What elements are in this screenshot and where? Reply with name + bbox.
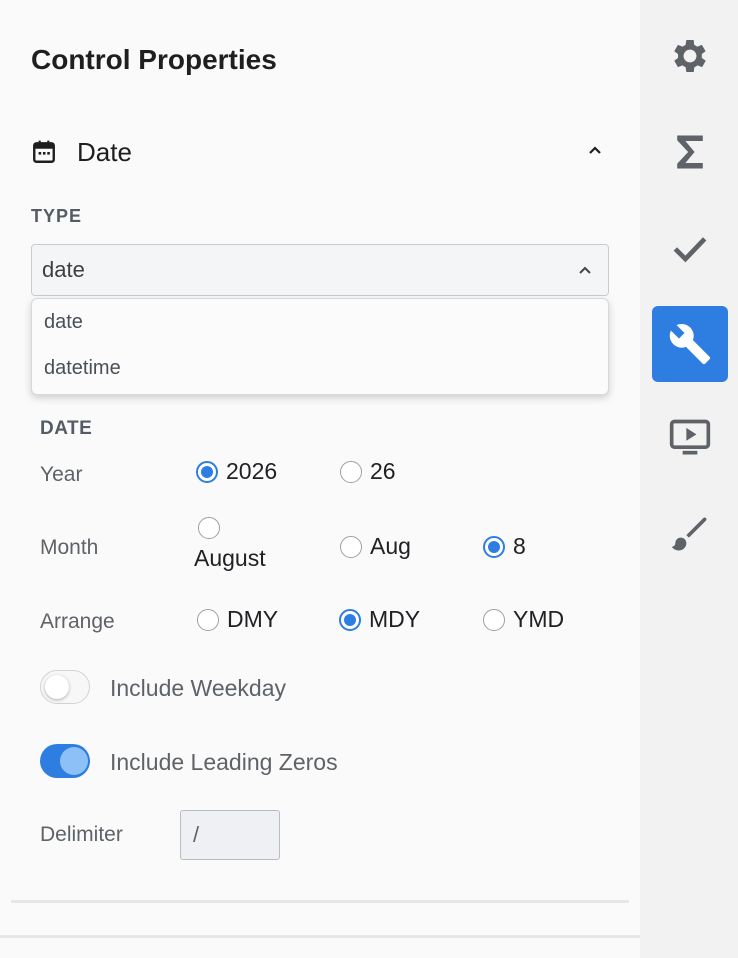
arrange-option-dmy[interactable]: DMY: [197, 606, 278, 633]
arrange-option-mdy[interactable]: MDY: [339, 606, 420, 633]
panel-title: Control Properties: [31, 44, 277, 75]
radio-unselected-icon: [198, 517, 220, 539]
radio-label: August: [194, 545, 266, 571]
type-select[interactable]: date: [31, 244, 609, 296]
checkmark-icon: [673, 237, 707, 263]
include-weekday-label: Include Weekday: [110, 675, 287, 701]
delimiter-label: Delimiter: [40, 823, 123, 846]
formula-rail-button[interactable]: [652, 114, 728, 190]
radio-label: 2026: [226, 458, 278, 484]
year-label: Year: [40, 463, 83, 486]
month-option-aug[interactable]: Aug: [340, 533, 411, 560]
month-option-august[interactable]: August: [194, 517, 266, 572]
section-label: Date: [77, 136, 132, 167]
include-leading-zeros-label: Include Leading Zeros: [110, 749, 338, 775]
gear-icon: [674, 40, 706, 72]
style-rail-button[interactable]: [652, 496, 728, 572]
type-select-value: date: [42, 257, 85, 282]
radio-label: DMY: [227, 606, 279, 632]
delimiter-input[interactable]: /: [180, 810, 280, 860]
date-group-label: DATE: [40, 418, 93, 439]
arrange-label: Arrange: [40, 610, 115, 633]
radio-label: Aug: [370, 533, 411, 559]
settings-rail-button[interactable]: [652, 18, 728, 94]
type-option-datetime[interactable]: datetime: [44, 357, 121, 380]
include-weekday-toggle[interactable]: [40, 670, 90, 704]
month-option-8[interactable]: 8: [483, 533, 526, 560]
wrench-icon: [669, 324, 711, 365]
toggle-knob: [45, 675, 69, 699]
toggle-knob: [60, 747, 88, 775]
radio-label: 8: [513, 533, 526, 559]
sigma-icon: [677, 135, 703, 169]
brush-icon: [671, 517, 707, 551]
divider: [11, 900, 629, 903]
include-leading-zeros-toggle[interactable]: [40, 744, 90, 778]
preview-icon: [669, 419, 711, 455]
date-section-header[interactable]: Date: [31, 130, 611, 174]
properties-panel: Control Properties Date TYPE date date d…: [0, 0, 640, 958]
properties-rail-button[interactable]: [652, 306, 728, 382]
radio-unselected-icon: [340, 535, 362, 558]
chevron-up-icon[interactable]: [585, 140, 605, 160]
radio-unselected-icon: [340, 460, 362, 483]
validation-rail-button[interactable]: [652, 210, 728, 286]
radio-selected-icon: [196, 460, 218, 483]
radio-unselected-icon: [483, 608, 505, 631]
type-dropdown-menu: date datetime: [31, 298, 609, 395]
arrange-option-ymd[interactable]: YMD: [483, 606, 564, 633]
type-label: TYPE: [31, 206, 83, 226]
radio-label: YMD: [513, 606, 565, 632]
radio-unselected-icon: [197, 608, 219, 631]
radio-selected-icon: [339, 608, 361, 631]
radio-label: MDY: [369, 606, 421, 632]
radio-label: 26: [370, 458, 396, 484]
calendar-icon: [33, 140, 55, 163]
type-option-date[interactable]: date: [44, 311, 83, 334]
year-option-2026[interactable]: 2026: [196, 458, 277, 485]
divider: [0, 935, 640, 938]
year-option-26[interactable]: 26: [340, 458, 396, 485]
radio-selected-icon: [483, 535, 505, 558]
preview-rail-button[interactable]: [652, 400, 728, 476]
month-label: Month: [40, 536, 99, 559]
chevron-up-icon: [579, 266, 591, 274]
